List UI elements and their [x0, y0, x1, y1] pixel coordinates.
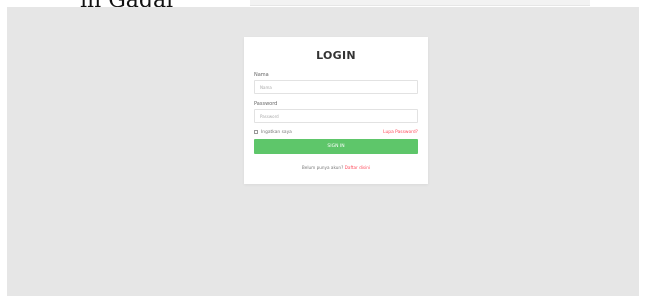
options-row: Ingatkan saya Lupa Password? [254, 128, 418, 136]
register-prompt: Belum punya akun? [301, 165, 344, 170]
forgot-password-link[interactable]: Lupa Password? [383, 130, 418, 135]
register-row: Belum punya akun? Daftar disini [254, 165, 418, 170]
remember-label: Ingatkan saya [261, 129, 292, 135]
password-label: Password [254, 101, 278, 107]
remember-me[interactable]: Ingatkan saya [254, 130, 292, 135]
page-background: LOGIN Nama Password Ingatkan saya Lupa P… [7, 7, 639, 296]
name-input[interactable] [254, 80, 418, 94]
name-label: Nama [254, 72, 269, 78]
register-link[interactable]: Daftar disini [345, 165, 370, 170]
sign-in-button[interactable]: SIGN IN [254, 139, 418, 154]
cut-top-bar [250, 0, 590, 6]
login-card: LOGIN Nama Password Ingatkan saya Lupa P… [244, 37, 428, 184]
password-input[interactable] [254, 109, 418, 123]
login-title: LOGIN [316, 49, 356, 62]
remember-checkbox[interactable] [254, 130, 258, 134]
